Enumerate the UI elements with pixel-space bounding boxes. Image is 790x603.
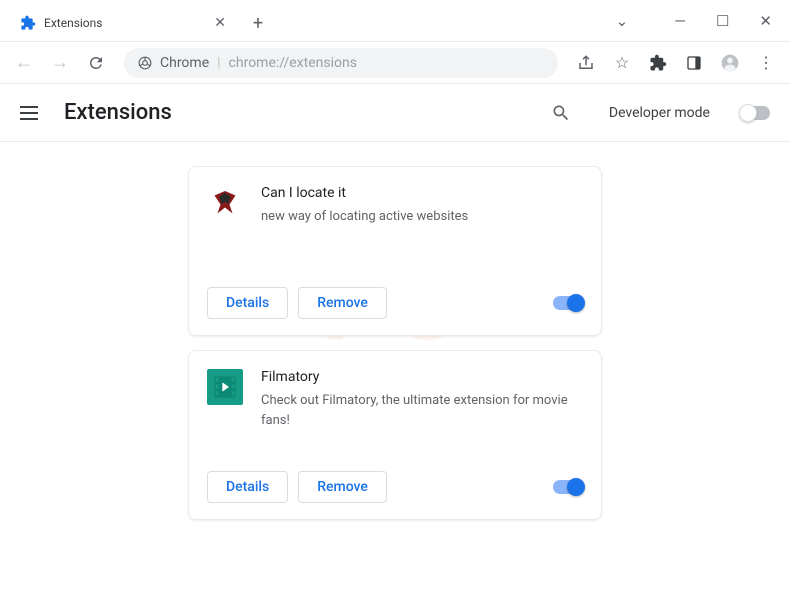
browser-toolbar: ← → Chrome | chrome://extensions ☆ ⋮	[0, 42, 790, 84]
extension-description: Check out Filmatory, the ultimate extens…	[261, 391, 583, 430]
extension-card: Filmatory Check out Filmatory, the ultim…	[188, 350, 602, 520]
close-window-button[interactable]: ✕	[759, 12, 772, 30]
remove-button[interactable]: Remove	[298, 287, 387, 319]
maximize-button[interactable]: ☐	[716, 12, 729, 30]
share-icon[interactable]	[572, 49, 600, 77]
extensions-list: Can I locate it new way of locating acti…	[0, 142, 790, 544]
developer-mode-toggle[interactable]	[740, 106, 770, 120]
extensions-icon[interactable]	[644, 49, 672, 77]
side-panel-icon[interactable]	[680, 49, 708, 77]
back-button[interactable]: ←	[10, 49, 38, 77]
page-title: Extensions	[64, 100, 527, 125]
developer-mode-label: Developer mode	[609, 105, 710, 121]
remove-button[interactable]: Remove	[298, 471, 387, 503]
forward-button[interactable]: →	[46, 49, 74, 77]
profile-icon[interactable]	[716, 49, 744, 77]
menu-icon[interactable]: ⋮	[752, 49, 780, 77]
chrome-icon	[138, 56, 152, 70]
enable-toggle[interactable]	[553, 480, 583, 494]
url-scheme: Chrome	[160, 55, 209, 71]
hamburger-icon[interactable]	[20, 101, 44, 125]
url-path: chrome://extensions	[229, 55, 357, 71]
search-icon[interactable]	[547, 99, 575, 127]
window-controls: ⌄ — ☐ ✕	[0, 0, 790, 42]
chevron-down-icon[interactable]: ⌄	[616, 12, 629, 30]
minimize-button[interactable]: —	[674, 12, 686, 30]
details-button[interactable]: Details	[207, 471, 288, 503]
extension-icon	[207, 369, 243, 405]
address-bar[interactable]: Chrome | chrome://extensions	[124, 48, 558, 78]
extension-card: Can I locate it new way of locating acti…	[188, 166, 602, 336]
extension-name: Filmatory	[261, 369, 583, 385]
extension-description: new way of locating active websites	[261, 207, 583, 227]
extension-name: Can I locate it	[261, 185, 583, 201]
details-button[interactable]: Details	[207, 287, 288, 319]
reload-button[interactable]	[82, 49, 110, 77]
enable-toggle[interactable]	[553, 296, 583, 310]
url-separator: |	[217, 55, 220, 71]
bookmark-icon[interactable]: ☆	[608, 49, 636, 77]
extension-icon	[207, 185, 243, 221]
extensions-header: Extensions Developer mode	[0, 84, 790, 142]
